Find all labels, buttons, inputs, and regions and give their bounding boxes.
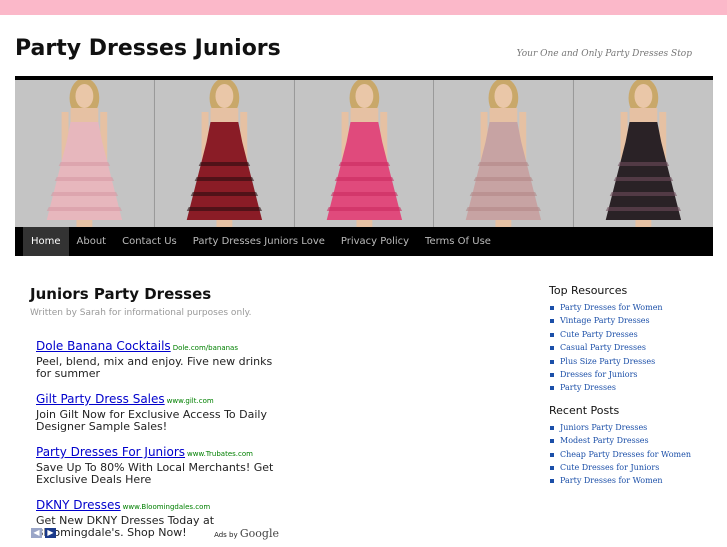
sidebar-link[interactable]: Party Dresses xyxy=(549,381,719,394)
ad-title-link[interactable]: Gilt Party Dress Sales xyxy=(36,392,165,406)
ads-footer: ◀ ▶ Ads by Google xyxy=(31,527,279,540)
sidebar: Top Resources Party Dresses for Women Vin… xyxy=(549,284,719,488)
ad-description: Join Gilt Now for Exclusive Access To Da… xyxy=(36,408,267,433)
recent-posts-widget: Recent Posts Juniors Party Dresses Modest… xyxy=(549,404,719,488)
ad-url[interactable]: www.gilt.com xyxy=(167,397,214,405)
top-resources-title: Top Resources xyxy=(549,284,628,297)
ad-url[interactable]: www.Bloomingdales.com xyxy=(123,503,211,511)
ad-title-link[interactable]: Party Dresses For Juniors xyxy=(36,445,185,459)
sidebar-link[interactable]: Casual Party Dresses xyxy=(549,341,719,354)
post-byline: Written by Sarah for informational purpo… xyxy=(30,308,252,318)
nav-item-home[interactable]: Home xyxy=(23,227,69,256)
banner-panel-black-plaid-dress xyxy=(574,80,713,227)
sidebar-link[interactable]: Dresses for Juniors xyxy=(549,368,719,381)
nav-item-party-dresses-juniors-love[interactable]: Party Dresses Juniors Love xyxy=(185,227,333,256)
top-resources-list: Party Dresses for Women Vintage Party Dre… xyxy=(549,301,719,395)
recent-posts-list: Juniors Party Dresses Modest Party Dresse… xyxy=(549,421,719,488)
banner-panel-fuchsia-dress xyxy=(294,80,435,227)
google-logo: Google xyxy=(239,527,279,540)
chevron-right-icon[interactable]: ▶ xyxy=(45,528,56,538)
ad-item: Dole Banana Cocktails Dole.com/bananas Pe… xyxy=(36,335,286,380)
ad-title-link[interactable]: Dole Banana Cocktails xyxy=(36,339,171,353)
sidebar-link[interactable]: Cute Party Dresses xyxy=(549,328,719,341)
banner-panel-red-plaid-dress xyxy=(154,80,295,227)
sidebar-link[interactable]: Vintage Party Dresses xyxy=(549,314,719,327)
recent-posts-title: Recent Posts xyxy=(549,403,620,417)
sidebar-link[interactable]: Party Dresses for Women xyxy=(549,301,719,314)
top-resources-widget: Top Resources Party Dresses for Women Vin… xyxy=(549,284,719,395)
sidebar-link[interactable]: Cheap Party Dresses for Women xyxy=(549,448,719,461)
chevron-left-icon[interactable]: ◀ xyxy=(31,528,42,538)
header-banner-image xyxy=(15,80,713,227)
sidebar-link[interactable]: Party Dresses for Women xyxy=(549,474,719,487)
sidebar-link[interactable]: Cute Dresses for Juniors xyxy=(549,461,719,474)
top-accent-bar xyxy=(0,0,727,15)
sidebar-link[interactable]: Juniors Party Dresses xyxy=(549,421,719,434)
banner-panel-mauve-dress xyxy=(434,80,575,227)
post-title[interactable]: Juniors Party Dresses xyxy=(30,285,280,303)
ad-url[interactable]: Dole.com/bananas xyxy=(173,344,238,352)
post-header: Juniors Party Dresses Written by Sarah f… xyxy=(30,285,280,318)
site-tagline: Your One and Only Party Dresses Stop xyxy=(516,49,692,59)
ads-by-google-link[interactable]: Ads by Google xyxy=(214,527,279,540)
nav-item-contact-us[interactable]: Contact Us xyxy=(114,227,185,256)
main-navigation: Home About Contact Us Party Dresses Juniors… xyxy=(15,227,713,256)
ads-by-label: Ads by xyxy=(214,531,238,539)
ad-url[interactable]: www.Trubates.com xyxy=(187,450,253,458)
site-title[interactable]: Party Dresses Juniors xyxy=(15,36,281,61)
ad-description: Peel, blend, mix and enjoy. Five new dri… xyxy=(36,355,273,380)
banner-panel-pink-tiered-dress xyxy=(15,80,155,227)
nav-item-terms-of-use[interactable]: Terms Of Use xyxy=(417,227,499,256)
sidebar-link[interactable]: Modest Party Dresses xyxy=(549,434,719,447)
sidebar-link[interactable]: Plus Size Party Dresses xyxy=(549,355,719,368)
ad-item: Party Dresses For Juniors www.Trubates.co… xyxy=(36,441,286,486)
nav-item-about[interactable]: About xyxy=(69,227,115,256)
ad-description: Save Up To 80% With Local Merchants! Get… xyxy=(36,461,274,486)
ad-title-link[interactable]: DKNY Dresses xyxy=(36,498,121,512)
ad-block: Dole Banana Cocktails Dole.com/bananas Pe… xyxy=(36,335,286,547)
nav-item-privacy-policy[interactable]: Privacy Policy xyxy=(333,227,417,256)
ad-item: Gilt Party Dress Sales www.gilt.com Join … xyxy=(36,388,286,433)
